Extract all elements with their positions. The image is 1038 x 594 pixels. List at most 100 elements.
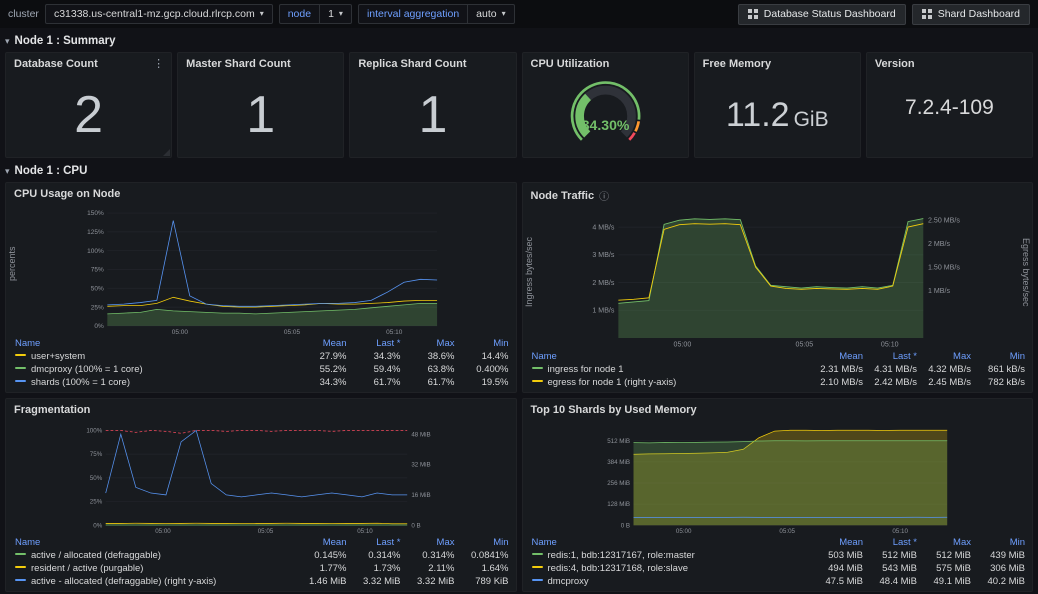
legend-header-max[interactable]: Max [408,337,462,350]
legend-header-name[interactable]: Name [523,536,817,549]
chart-area[interactable]: 1 MB/s2 MB/s3 MB/s4 MB/s1 MB/s1.50 MB/s2… [523,205,1033,349]
legend-header-mean[interactable]: Mean [300,536,354,549]
legend-header-last[interactable]: Last * [870,536,924,549]
panel-title[interactable]: Database Count [6,53,171,72]
legend-value: 0.145% [300,549,354,562]
panel-title[interactable]: CPU Utilization [523,53,688,72]
legend-value: 61.7% [354,376,408,389]
legend-header-min[interactable]: Min [462,337,516,350]
legend-row: dmcproxy47.5 MiB48.4 MiB49.1 MiB40.2 MiB [523,575,1033,588]
panel-title[interactable]: Replica Shard Count [350,53,515,72]
legend-value: 3.32 MiB [354,575,408,588]
info-icon[interactable]: ⓘ [599,188,609,203]
interval-aggregation-label[interactable]: interval aggregation [358,4,468,24]
node-traffic-chart[interactable]: 1 MB/s2 MB/s3 MB/s4 MB/s1 MB/s1.50 MB/s2… [525,205,1031,349]
cpu-usage-chart[interactable]: 0%25%50%75%100%125%150%05:0005:0505:10 [8,202,514,336]
node-select-value: 1 [328,8,334,20]
legend-header-name[interactable]: Name [523,350,817,363]
stat-panel-master-shard-count: Master Shard Count 1 [177,52,344,158]
legend-value: 0.314% [408,549,462,562]
legend-header-max[interactable]: Max [924,350,978,363]
legend-header-min[interactable]: Min [978,536,1032,549]
svg-text:34.30%: 34.30% [581,117,629,133]
legend-header-mean[interactable]: Mean [816,350,870,363]
legend-header-max[interactable]: Max [408,536,462,549]
legend-series-name[interactable]: active - allocated (defraggable) (right … [6,575,300,588]
chart-area[interactable]: 0%25%50%75%100%0 B16 MiB32 MiB48 MiB05:0… [6,418,516,535]
legend-series-name[interactable]: egress for node 1 (right y-axis) [523,376,817,389]
svg-text:125%: 125% [87,229,104,236]
node-select[interactable]: 1 ▾ [320,4,352,24]
legend-header-last[interactable]: Last * [870,350,924,363]
chevron-down-icon: ▾ [260,10,264,18]
stat-value: 1 [246,89,275,141]
interval-select-value: auto [476,8,496,20]
legend-series-name[interactable]: shards (100% = 1 core) [6,376,300,389]
legend-header-mean[interactable]: Mean [816,536,870,549]
section-node-cpu[interactable]: ▾ Node 1 : CPU [5,162,1033,180]
svg-text:05:05: 05:05 [795,341,813,349]
svg-text:0%: 0% [94,323,104,330]
database-status-dashboard-button[interactable]: Database Status Dashboard [738,4,906,25]
legend-value: 4.32 MB/s [924,363,978,376]
legend-row: egress for node 1 (right y-axis)2.10 MB/… [523,376,1033,389]
panel-title[interactable]: Version [867,53,1032,72]
panel-title[interactable]: Node Traffic ⓘ [523,183,1033,205]
fragmentation-chart[interactable]: 0%25%50%75%100%0 B16 MiB32 MiB48 MiB05:0… [8,418,514,535]
panel-title[interactable]: CPU Usage on Node [6,183,516,202]
panel-title[interactable]: Top 10 Shards by Used Memory [523,399,1033,418]
legend-series-name[interactable]: redis:1, bdb:12317167, role:master [523,549,817,562]
stat-panel-database-count: Database Count ⋮ 2 [5,52,172,158]
legend-header-mean[interactable]: Mean [300,337,354,350]
svg-text:05:10: 05:10 [357,528,373,535]
panel-title[interactable]: Free Memory [695,53,860,72]
panel-menu-icon[interactable]: ⋮ [153,57,165,70]
legend-value: 439 MiB [978,549,1032,562]
chevron-down-icon: ▾ [502,10,506,18]
legend-header-min[interactable]: Min [462,536,516,549]
legend-header-max[interactable]: Max [924,536,978,549]
shard-dashboard-button[interactable]: Shard Dashboard [912,4,1030,25]
panel-resize-handle[interactable] [163,149,170,156]
legend-series-name[interactable]: resident / active (purgable) [6,562,300,575]
legend-series-name[interactable]: active / allocated (defraggable) [6,549,300,562]
legend-header-name[interactable]: Name [6,536,300,549]
panel-node-traffic: Node Traffic ⓘ 1 MB/s2 MB/s3 MB/s4 MB/s1… [522,182,1034,393]
legend-row: resident / active (purgable)1.77%1.73%2.… [6,562,516,575]
panel-title-text: Top 10 Shards by Used Memory [531,404,697,416]
svg-text:256 MiB: 256 MiB [607,480,630,487]
legend-value: 0.314% [354,549,408,562]
legend-value: 48.4 MiB [870,575,924,588]
stat-panel-version: Version 7.2.4-109 [866,52,1033,158]
panel-title[interactable]: Master Shard Count [178,53,343,72]
stat-panel-replica-shard-count: Replica Shard Count 1 [349,52,516,158]
legend-value: 38.6% [408,350,462,363]
panel-fragmentation: Fragmentation 0%25%50%75%100%0 B16 MiB32… [5,398,517,592]
legend-header-last[interactable]: Last * [354,536,408,549]
legend-header-name[interactable]: Name [6,337,300,350]
legend-series-name[interactable]: redis:4, bdb:12317168, role:slave [523,562,817,575]
legend-header-min[interactable]: Min [978,350,1032,363]
section-node-summary[interactable]: ▾ Node 1 : Summary [5,32,1033,50]
panel-title[interactable]: Fragmentation [6,399,516,418]
node-var-label[interactable]: node [279,4,320,24]
panel-cpu-usage-on-node: CPU Usage on Node 0%25%50%75%100%125%150… [5,182,517,393]
legend-header-last[interactable]: Last * [354,337,408,350]
legend-series-name[interactable]: user+system [6,350,300,363]
top-shards-chart[interactable]: 0 B128 MiB256 MiB384 MiB512 MiB05:0005:0… [525,418,1031,535]
legend-value: 512 MiB [870,549,924,562]
legend-series-name[interactable]: dmcproxy (100% = 1 core) [6,363,300,376]
chart-area[interactable]: 0%25%50%75%100%125%150%05:0005:0505:10pe… [6,202,516,336]
legend-series-name[interactable]: ingress for node 1 [523,363,817,376]
panel-title-text: CPU Usage on Node [14,188,120,200]
cluster-select[interactable]: c31338.us-central1-mz.gcp.cloud.rlrcp.co… [45,4,273,24]
legend-series-name[interactable]: dmcproxy [523,575,817,588]
legend-row: active - allocated (defraggable) (right … [6,575,516,588]
svg-text:05:10: 05:10 [892,528,908,535]
chart-area[interactable]: 0 B128 MiB256 MiB384 MiB512 MiB05:0005:0… [523,418,1033,535]
svg-text:0 B: 0 B [620,522,629,529]
svg-text:50%: 50% [91,285,104,292]
svg-text:384 MiB: 384 MiB [607,459,630,466]
svg-text:75%: 75% [91,267,104,274]
interval-aggregation-select[interactable]: auto ▾ [468,4,514,24]
